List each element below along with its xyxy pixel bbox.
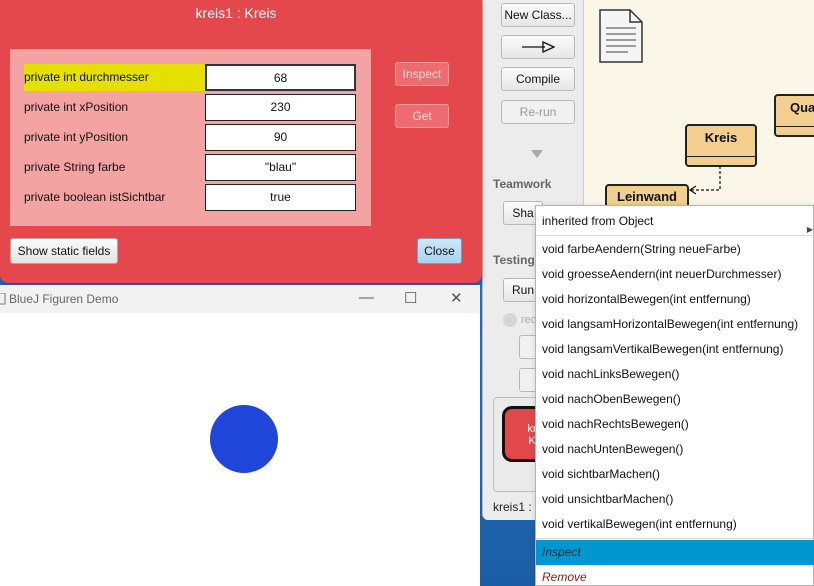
blue-circle-shape xyxy=(210,405,278,473)
field-row[interactable]: private int xPosition 230 xyxy=(24,94,356,121)
close-icon[interactable]: ✕ xyxy=(450,289,463,307)
field-row[interactable]: private int durchmesser 68 xyxy=(24,64,356,91)
new-class-button[interactable]: New Class... xyxy=(501,3,575,27)
field-value: "blau" xyxy=(205,154,356,181)
field-name: private int durchmesser xyxy=(24,64,205,91)
class-kreis[interactable]: Kreis xyxy=(685,124,757,167)
class-divider xyxy=(776,126,814,127)
teamwork-label: Teamwork xyxy=(493,177,552,191)
field-row[interactable]: private String farbe "blau" xyxy=(24,154,356,181)
class-quadrat[interactable]: Qua xyxy=(774,94,814,137)
fields-panel: private int durchmesser 68 private int x… xyxy=(10,49,371,226)
dependency-arrow xyxy=(688,166,721,195)
readme-icon[interactable] xyxy=(598,8,644,64)
field-value: true xyxy=(205,184,356,211)
class-divider xyxy=(687,156,755,157)
menu-separator xyxy=(536,538,814,539)
menu-item-method[interactable]: void nachLinksBewegen() xyxy=(536,362,814,387)
field-value: 230 xyxy=(205,94,356,121)
recording-label: rec xyxy=(521,314,537,326)
field-row[interactable]: private int yPosition 90 xyxy=(24,124,356,151)
java-app-icon xyxy=(0,293,6,305)
menu-item-inherited[interactable]: inherited from Object ▶ xyxy=(536,209,814,234)
menu-item-method[interactable]: void unsichtbarMachen() xyxy=(536,487,814,512)
menu-item-method[interactable]: void langsamVertikalBewegen(int entfernu… xyxy=(536,337,814,362)
field-name: private int xPosition xyxy=(24,100,129,114)
record-indicator-icon xyxy=(503,313,517,327)
class-quadrat-label: Qua xyxy=(790,100,814,115)
rerun-button[interactable]: Re-run xyxy=(501,100,575,124)
field-row[interactable]: private boolean istSichtbar true xyxy=(24,184,356,211)
testing-label: Testing xyxy=(493,253,535,267)
menu-item-method[interactable]: void nachObenBewegen() xyxy=(536,387,814,412)
field-name: private int yPosition xyxy=(24,130,129,144)
menu-item-method[interactable]: void nachUntenBewegen() xyxy=(536,437,814,462)
collapse-chevron-icon[interactable] xyxy=(531,150,543,158)
field-value: 68 xyxy=(205,64,356,91)
object-inspector-window: kreis1 : Kreis private int durchmesser 6… xyxy=(0,0,482,283)
menu-item-method[interactable]: void farbeAendern(String neueFarbe) xyxy=(536,237,814,262)
class-leinwand-label: Leinwand xyxy=(617,189,677,204)
show-static-fields-button[interactable]: Show static fields xyxy=(10,238,118,264)
arrow-icon xyxy=(522,41,555,53)
menu-item-method[interactable]: void vertikalBewegen(int entfernung) xyxy=(536,512,814,537)
figuren-demo-window: BlueJ Figuren Demo — ☐ ✕ xyxy=(0,285,480,586)
menu-item-method[interactable]: void sichtbarMachen() xyxy=(536,462,814,487)
menu-item-method[interactable]: void horizontalBewegen(int entfernung) xyxy=(536,287,814,312)
menu-item-method[interactable]: void langsamHorizontalBewegen(int entfer… xyxy=(536,312,814,337)
inspector-title: kreis1 : Kreis xyxy=(195,5,277,21)
menu-item-remove[interactable]: Remove xyxy=(536,565,814,586)
object-context-menu: inherited from Object ▶ void farbeAender… xyxy=(535,205,814,586)
menu-item-method[interactable]: void nachRechtsBewegen() xyxy=(536,412,814,437)
get-button[interactable]: Get xyxy=(395,104,449,128)
menu-item-inspect[interactable]: Inspect xyxy=(536,540,814,565)
field-name: private boolean istSichtbar xyxy=(24,190,166,204)
close-button[interactable]: Close xyxy=(417,238,462,264)
menu-separator xyxy=(536,235,814,236)
field-value: 90 xyxy=(205,124,356,151)
inherited-label: inherited from Object xyxy=(542,214,654,228)
menu-item-method[interactable]: void groesseAendern(int neuerDurchmesser… xyxy=(536,262,814,287)
maximize-icon[interactable]: ☐ xyxy=(404,289,417,307)
demo-window-title: BlueJ Figuren Demo xyxy=(9,292,119,306)
class-kreis-label: Kreis xyxy=(704,130,738,145)
field-name: private String farbe xyxy=(24,160,126,174)
uses-arrow-button[interactable] xyxy=(501,35,575,59)
demo-titlebar: BlueJ Figuren Demo — ☐ ✕ xyxy=(0,285,480,313)
compile-button[interactable]: Compile xyxy=(501,67,575,91)
minimize-icon[interactable]: — xyxy=(359,289,374,306)
inspect-button[interactable]: Inspect xyxy=(395,62,449,86)
